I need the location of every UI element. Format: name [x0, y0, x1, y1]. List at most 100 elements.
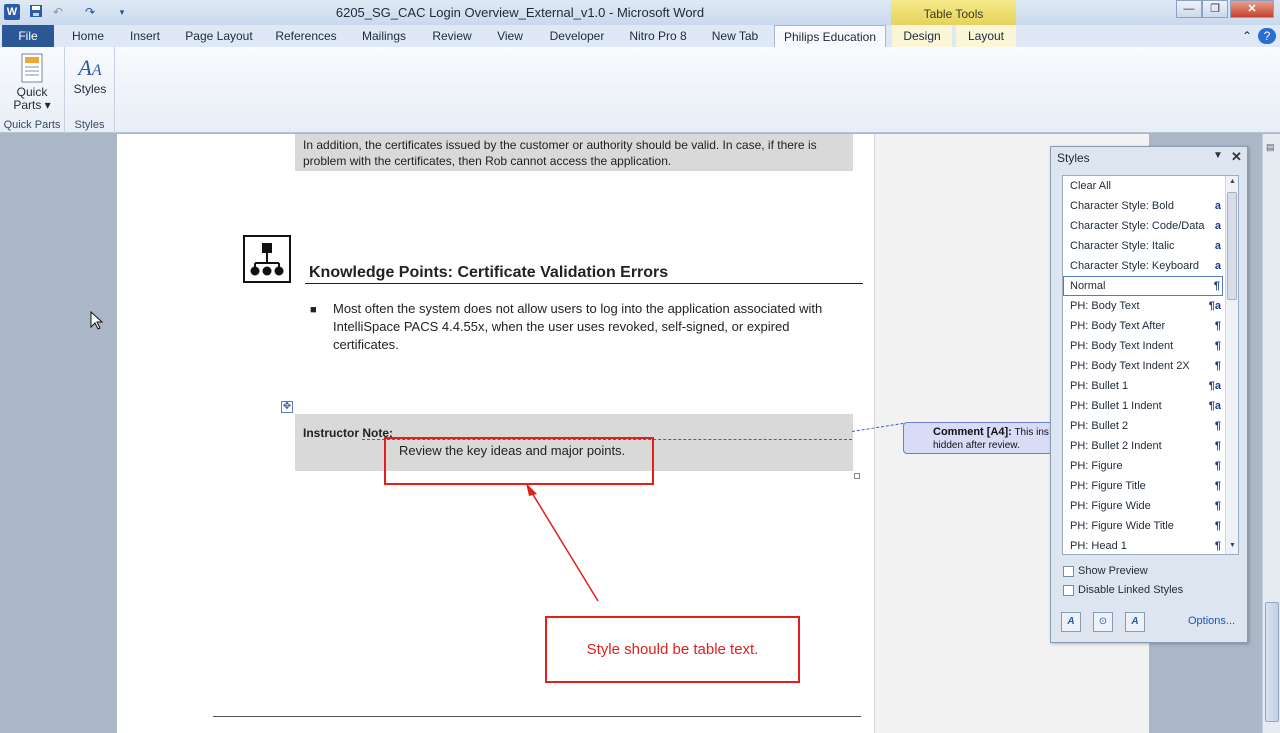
quick-parts-button[interactable]: Quick Parts ▾: [8, 53, 56, 112]
manage-styles-icon[interactable]: A: [1125, 612, 1145, 632]
comment-text-2: hidden after review.: [933, 440, 1020, 451]
style-head-1[interactable]: PH: Head 1 ¶: [1063, 536, 1223, 554]
styles-pane: Styles ▼ ✕ Clear All Character Style: Bo…: [1050, 146, 1248, 643]
style-type-icon: ¶: [1214, 320, 1221, 332]
footer-rule: [213, 716, 861, 717]
style-bullet-1-indent[interactable]: PH: Bullet 1 Indent ¶a: [1063, 396, 1223, 416]
tab-file[interactable]: File: [2, 25, 54, 47]
style-type-icon: ¶: [1214, 480, 1221, 492]
tab-review[interactable]: Review: [424, 25, 480, 47]
window-title: 6205_SG_CAC Login Overview_External_v1.0…: [335, 5, 705, 20]
ribbon: Quick Parts ▾ Quick Parts AA Styles Styl…: [0, 47, 1280, 133]
style-clear-all[interactable]: Clear All: [1063, 176, 1223, 196]
tab-developer[interactable]: Developer: [540, 25, 614, 47]
style-figure-wide-title[interactable]: PH: Figure Wide Title ¶: [1063, 516, 1223, 536]
tab-layout[interactable]: Layout: [956, 25, 1016, 47]
top-paragraph-line-1: In addition, the certificates issued by …: [303, 138, 817, 152]
tab-home[interactable]: Home: [62, 25, 114, 47]
style-name: Normal: [1070, 280, 1106, 292]
style-figure-title[interactable]: PH: Figure Title ¶: [1063, 476, 1223, 496]
tab-new-tab[interactable]: New Tab: [702, 25, 768, 47]
style-inspector-icon[interactable]: ⊙: [1093, 612, 1113, 632]
table-move-handle[interactable]: ✥: [281, 401, 293, 413]
tab-insert[interactable]: Insert: [120, 25, 170, 47]
style-name: Character Style: Bold: [1070, 200, 1174, 212]
style-body-text-after[interactable]: PH: Body Text After ¶: [1063, 316, 1223, 336]
bullet-line-3: certificates.: [333, 337, 399, 352]
scroll-up-icon[interactable]: ▲: [1229, 178, 1236, 185]
style-figure-wide[interactable]: PH: Figure Wide ¶: [1063, 496, 1223, 516]
style-body-text[interactable]: PH: Body Text ¶a: [1063, 296, 1223, 316]
tab-view[interactable]: View: [488, 25, 532, 47]
styles-list-thumb[interactable]: [1227, 192, 1237, 300]
style-body-text-indent[interactable]: PH: Body Text Indent ¶: [1063, 336, 1223, 356]
tab-page-layout[interactable]: Page Layout: [178, 25, 260, 47]
style-type-icon: ¶a: [1208, 400, 1221, 412]
comment-balloon[interactable]: Comment [A4]: This ins hidden after revi…: [903, 422, 1053, 454]
styles-button-label: Styles: [73, 82, 107, 96]
style-char-italic[interactable]: Character Style: Italic a: [1063, 236, 1223, 256]
style-name: Character Style: Keyboard: [1070, 260, 1200, 272]
bullet-marker: ■: [310, 304, 317, 316]
minimize-button[interactable]: —: [1176, 0, 1202, 18]
annotation-arrow: [526, 483, 599, 602]
annotation-callout: Style should be table text.: [545, 616, 800, 683]
style-char-code[interactable]: Character Style: Code/Data a: [1063, 216, 1223, 236]
style-bullet-1[interactable]: PH: Bullet 1 ¶a: [1063, 376, 1223, 396]
scrollbar-thumb[interactable]: [1265, 602, 1279, 722]
comment-label: Comment [A4]:: [933, 426, 1012, 438]
styles-button[interactable]: AA Styles: [69, 53, 111, 96]
highlight-box: [384, 437, 654, 485]
style-normal[interactable]: Normal ¶: [1063, 276, 1223, 296]
style-char-keyboard[interactable]: Character Style: Keyboard a: [1063, 256, 1223, 276]
mouse-cursor-icon: [90, 311, 104, 330]
bullet-line-2: IntelliSpace PACS 4.4.55x, when the user…: [333, 319, 790, 334]
pane-close-icon[interactable]: ✕: [1231, 149, 1242, 165]
heading-rule: [305, 283, 863, 284]
options-link[interactable]: Options...: [1188, 615, 1235, 627]
title-bar: W ↶ ↷ ▾ 6205_SG_CAC Login Overview_Exter…: [0, 0, 1280, 25]
tab-references[interactable]: References: [268, 25, 344, 47]
styles-list-scrollbar[interactable]: ▲ ▼: [1225, 176, 1238, 554]
style-name: PH: Body Text After: [1070, 320, 1166, 332]
document-page[interactable]: In addition, the certificates issued by …: [117, 134, 1149, 733]
style-name: PH: Bullet 2: [1070, 420, 1129, 432]
style-type-icon: ¶: [1214, 500, 1221, 512]
new-style-icon[interactable]: A: [1061, 612, 1081, 632]
style-char-bold[interactable]: Character Style: Bold a: [1063, 196, 1223, 216]
knowledge-points-icon: [243, 235, 291, 283]
styles-list: Clear All Character Style: Bold a Charact…: [1062, 175, 1239, 555]
ribbon-group-styles: AA Styles Styles: [65, 47, 115, 133]
vertical-scrollbar[interactable]: ▤: [1262, 134, 1280, 733]
close-button[interactable]: ✕: [1230, 0, 1274, 18]
style-name: Character Style: Italic: [1070, 240, 1175, 252]
top-paragraph-line-2: problem with the certificates, then Rob …: [303, 154, 672, 168]
minimize-ribbon-icon[interactable]: ⌃: [1240, 25, 1254, 47]
style-type-icon: ¶: [1214, 360, 1221, 372]
scroll-down-icon[interactable]: ▼: [1229, 542, 1236, 549]
disable-linked-styles-checkbox[interactable]: [1063, 585, 1074, 596]
style-type-icon: ¶a: [1208, 380, 1221, 392]
style-name: PH: Body Text: [1070, 300, 1140, 312]
style-bullet-2-indent[interactable]: PH: Bullet 2 Indent ¶: [1063, 436, 1223, 456]
pane-options-arrow-icon[interactable]: ▼: [1213, 150, 1223, 161]
show-preview-checkbox[interactable]: [1063, 566, 1074, 577]
tab-mailings[interactable]: Mailings: [352, 25, 416, 47]
quick-parts-icon: [21, 53, 43, 83]
ruler-toggle-icon[interactable]: ▤: [1266, 142, 1278, 156]
style-name: PH: Figure Wide Title: [1070, 520, 1174, 532]
table-resize-handle[interactable]: [854, 473, 860, 479]
ribbon-group-quick-parts: Quick Parts ▾ Quick Parts: [0, 47, 65, 133]
style-type-icon: ¶: [1214, 340, 1221, 352]
style-bullet-2[interactable]: PH: Bullet 2 ¶: [1063, 416, 1223, 436]
comment-text: This ins: [1014, 427, 1049, 438]
help-icon[interactable]: ?: [1258, 28, 1276, 44]
restore-button[interactable]: ❐: [1202, 0, 1228, 18]
style-body-text-indent-2x[interactable]: PH: Body Text Indent 2X ¶: [1063, 356, 1223, 376]
tab-design[interactable]: Design: [892, 25, 952, 47]
tab-nitro-pro[interactable]: Nitro Pro 8: [622, 25, 694, 47]
style-figure[interactable]: PH: Figure ¶: [1063, 456, 1223, 476]
bullet-line-1: Most often the system does not allow use…: [333, 301, 823, 316]
style-type-icon: ¶: [1214, 460, 1221, 472]
tab-philips-education[interactable]: Philips Education: [774, 25, 886, 47]
